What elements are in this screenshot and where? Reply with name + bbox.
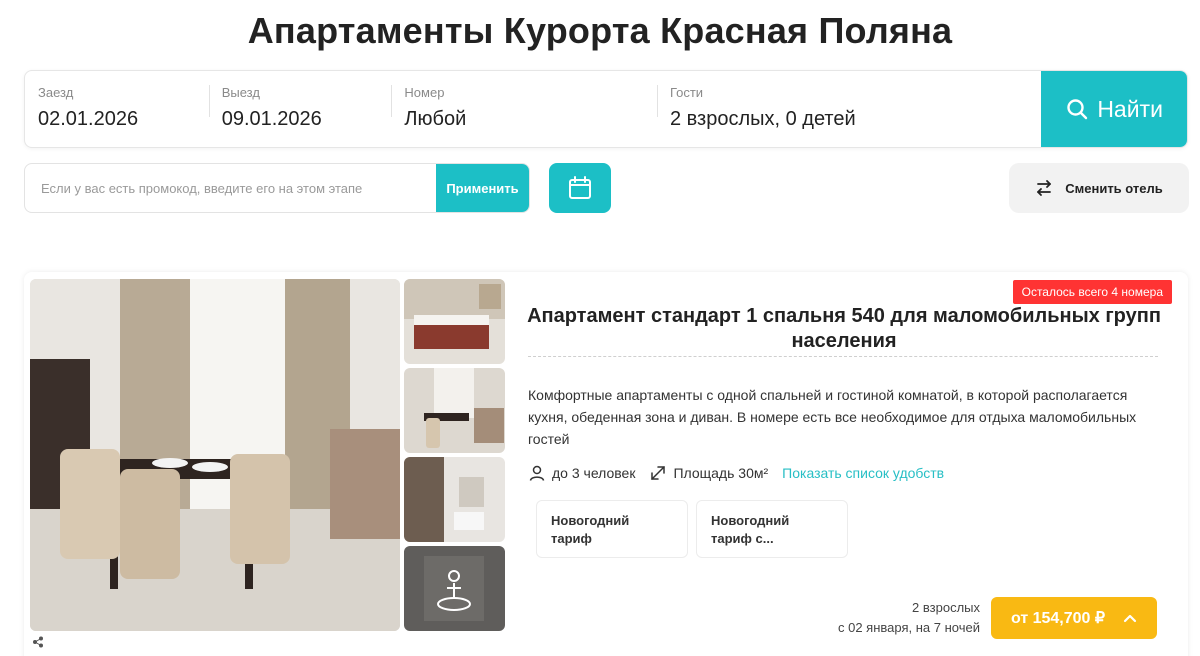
title-divider	[528, 356, 1158, 357]
room-thumbnail-bathroom[interactable]	[404, 457, 505, 542]
tariff-line1: Новогодний	[551, 513, 630, 528]
room-thumbnail-3d-tour[interactable]	[404, 546, 505, 631]
room-meta: до 3 человек Площадь 30м² Показать списо…	[528, 464, 944, 482]
guests-field[interactable]: Гости 2 взрослых, 0 детей	[656, 71, 1041, 147]
checkin-value[interactable]: 02.01.2026	[38, 108, 197, 131]
chevron-up-icon	[1123, 614, 1137, 623]
room-label: Номер	[404, 85, 445, 100]
area-text: Площадь 30м²	[673, 465, 769, 481]
area-info: Площадь 30м²	[649, 464, 768, 482]
room-thumbnail-living[interactable]	[404, 368, 505, 453]
room-title: Апартамент стандарт 1 спальня 540 для ма…	[527, 305, 1161, 352]
search-button[interactable]: Найти	[1041, 71, 1187, 147]
price-button-label: от 154,700 ₽	[1010, 610, 1106, 627]
tariff-line2: тариф	[551, 531, 592, 546]
price-info: 2 взрослых с 02 января, на 7 ночей	[838, 598, 980, 638]
checkout-value[interactable]: 09.01.2026	[222, 108, 380, 131]
capacity-text: до 3 человек	[552, 465, 636, 481]
checkout-field[interactable]: Выезд 09.01.2026	[208, 71, 392, 147]
person-icon	[529, 465, 545, 481]
room-card: Осталось всего 4 номера Апартамент станд…	[24, 272, 1188, 656]
booking-search-bar: Заезд 02.01.2026 Выезд 09.01.2026 Номер …	[24, 70, 1188, 148]
tariff-line1: Новогодний	[711, 513, 790, 528]
room-description: Комфортные апартаменты с одной спальней …	[528, 387, 1137, 447]
checkout-label: Выезд	[221, 85, 260, 100]
availability-badge: Осталось всего 4 номера	[1012, 280, 1172, 304]
checkin-label: Заезд	[38, 85, 74, 100]
room-value[interactable]: Любой	[404, 108, 645, 131]
checkin-field[interactable]: Заезд 02.01.2026	[25, 71, 209, 147]
guests-value[interactable]: 2 взрослых, 0 детей	[670, 108, 1029, 131]
search-button-label: Найти	[1097, 95, 1163, 122]
guests-label: Гости	[669, 85, 704, 100]
calendar-button[interactable]	[549, 163, 611, 213]
tariff-option[interactable]: Новогодний тариф	[536, 500, 688, 558]
room-thumbnail-bedroom[interactable]	[404, 279, 505, 364]
share-icon[interactable]	[32, 636, 44, 648]
price-guests: 2 взрослых	[912, 600, 980, 615]
price-dates: с 02 января, на 7 ночей	[838, 620, 980, 635]
page-title: Апартаменты Курорта Красная Поляна	[247, 10, 953, 51]
calendar-icon	[569, 176, 591, 199]
promo-code-input[interactable]	[25, 164, 436, 212]
tariff-option[interactable]: Новогодний тариф с...	[696, 500, 848, 558]
price-button[interactable]: от 154,700 ₽	[991, 597, 1157, 639]
room-main-photo[interactable]	[30, 279, 400, 631]
change-hotel-button[interactable]: Сменить отель	[1009, 163, 1189, 213]
area-icon	[651, 466, 666, 480]
promo-code-box: Применить	[24, 163, 530, 213]
room-field[interactable]: Номер Любой	[391, 71, 657, 147]
show-amenities-link[interactable]: Показать список удобств	[782, 465, 944, 481]
tariff-line2: тариф с...	[711, 531, 774, 546]
change-hotel-label: Сменить отель	[1065, 180, 1163, 196]
swap-icon	[1037, 180, 1052, 196]
search-icon	[1067, 99, 1088, 120]
promo-apply-button[interactable]: Применить	[436, 164, 529, 212]
capacity-info: до 3 человек	[528, 464, 635, 482]
